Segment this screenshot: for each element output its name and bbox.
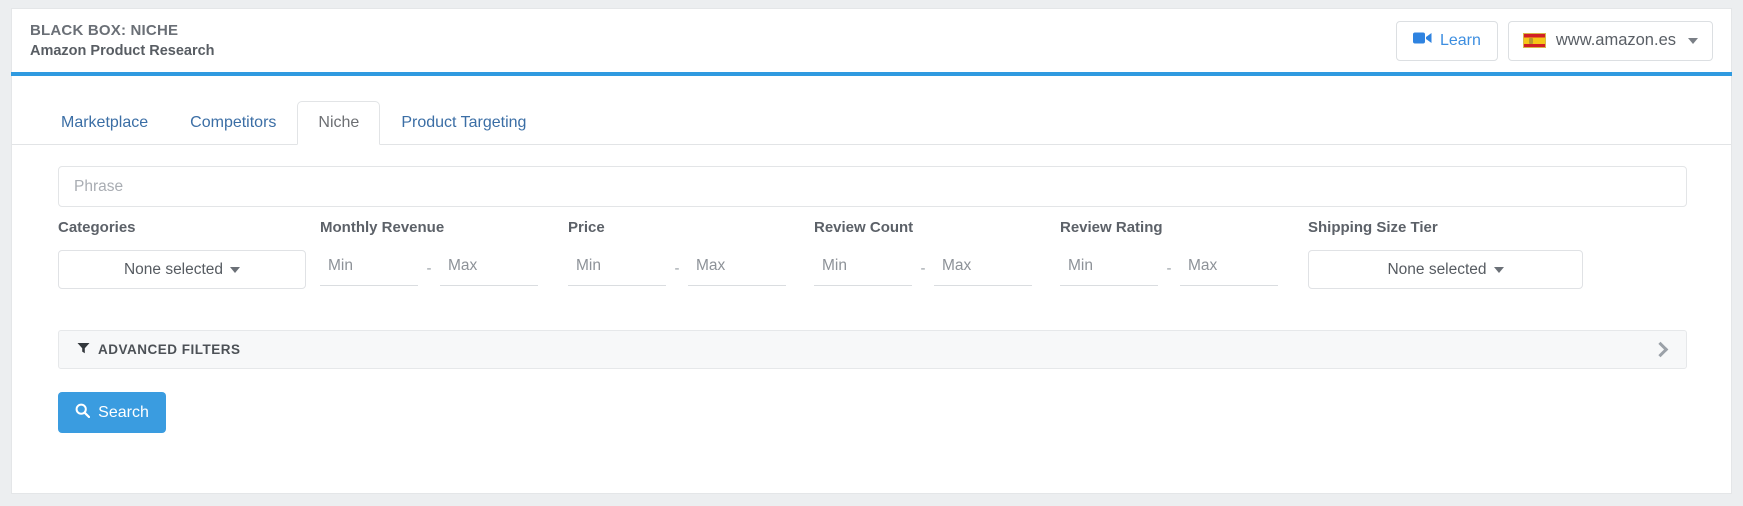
monthly-revenue-range: - [320, 250, 568, 286]
learn-button[interactable]: Learn [1395, 20, 1498, 61]
filter-review-count-label: Review Count [814, 219, 914, 236]
chevron-down-icon [1688, 37, 1698, 44]
phrase-field-wrapper [58, 166, 1687, 207]
shipping-size-tier-value: None selected [1387, 260, 1487, 278]
header-actions: Learn www.amazon.es [1395, 20, 1713, 61]
black-box-niche-app: BLACK BOX: NICHE Amazon Product Research… [0, 0, 1743, 506]
categories-dropdown-value: None selected [123, 260, 224, 278]
content-card: Marketplace Competitors Niche Product Ta… [11, 76, 1732, 494]
tab-niche[interactable]: Niche [297, 101, 381, 145]
page-subtitle: Amazon Product Research [30, 43, 215, 59]
app-header: BLACK BOX: NICHE Amazon Product Research… [11, 8, 1732, 72]
range-separator: - [426, 260, 432, 277]
video-camera-icon [1412, 31, 1432, 50]
advanced-filters-label: ADVANCED FILTERS [98, 342, 241, 357]
filter-monthly-revenue-label: Monthly Revenue [320, 219, 445, 236]
header-titles: BLACK BOX: NICHE Amazon Product Research [30, 22, 215, 59]
filter-review-count: Review Count - [814, 219, 1060, 286]
filter-review-rating: Review Rating - [1060, 219, 1308, 286]
categories-dropdown[interactable]: None selected [58, 250, 306, 289]
review-count-range: - [814, 250, 1060, 286]
review-count-min-input[interactable] [814, 250, 912, 286]
chevron-right-icon[interactable] [1652, 341, 1669, 358]
search-button[interactable]: Search [58, 392, 166, 433]
filter-shipping-size-tier: Shipping Size Tier None selected [1308, 219, 1583, 289]
spain-flag-icon [1522, 33, 1546, 48]
monthly-revenue-max-input[interactable] [440, 250, 538, 286]
learn-label: Learn [1439, 31, 1481, 49]
search-button-label: Search [98, 403, 149, 421]
advanced-filters-toggle[interactable]: ADVANCED FILTERS [58, 330, 1687, 369]
filter-price-label: Price [568, 219, 605, 236]
filter-review-rating-label: Review Rating [1060, 219, 1163, 236]
price-min-input[interactable] [568, 250, 666, 286]
review-count-max-input[interactable] [934, 250, 1032, 286]
tab-product-targeting[interactable]: Product Targeting [380, 101, 547, 145]
price-max-input[interactable] [688, 250, 786, 286]
caret-down-icon [230, 266, 241, 273]
review-rating-range: - [1060, 250, 1308, 286]
range-separator: - [1166, 260, 1172, 277]
filter-categories-label: Categories [58, 219, 136, 236]
shipping-size-tier-dropdown[interactable]: None selected [1308, 250, 1583, 289]
tab-marketplace[interactable]: Marketplace [40, 101, 169, 145]
marketplace-label: www.amazon.es [1555, 31, 1676, 49]
monthly-revenue-min-input[interactable] [320, 250, 418, 286]
magnifier-icon [75, 403, 91, 423]
review-rating-max-input[interactable] [1180, 250, 1278, 286]
filters-row: Categories None selected Monthly Revenue… [58, 219, 1687, 289]
advanced-filters-left: ADVANCED FILTERS [77, 341, 241, 359]
caret-down-icon [1493, 266, 1504, 273]
phrase-input[interactable] [58, 166, 1687, 207]
review-rating-min-input[interactable] [1060, 250, 1158, 286]
tab-competitors[interactable]: Competitors [169, 101, 297, 145]
page-title: BLACK BOX: NICHE [30, 22, 179, 39]
filter-categories: Categories None selected [58, 219, 320, 289]
filter-price: Price - [568, 219, 814, 286]
funnel-icon [77, 341, 90, 359]
marketplace-selector[interactable]: www.amazon.es [1507, 20, 1713, 61]
filter-monthly-revenue: Monthly Revenue - [320, 219, 568, 286]
range-separator: - [674, 260, 680, 277]
range-separator: - [920, 260, 926, 277]
tab-bar: Marketplace Competitors Niche Product Ta… [12, 101, 1731, 145]
filter-shipping-size-tier-label: Shipping Size Tier [1308, 219, 1438, 236]
price-range: - [568, 250, 814, 286]
